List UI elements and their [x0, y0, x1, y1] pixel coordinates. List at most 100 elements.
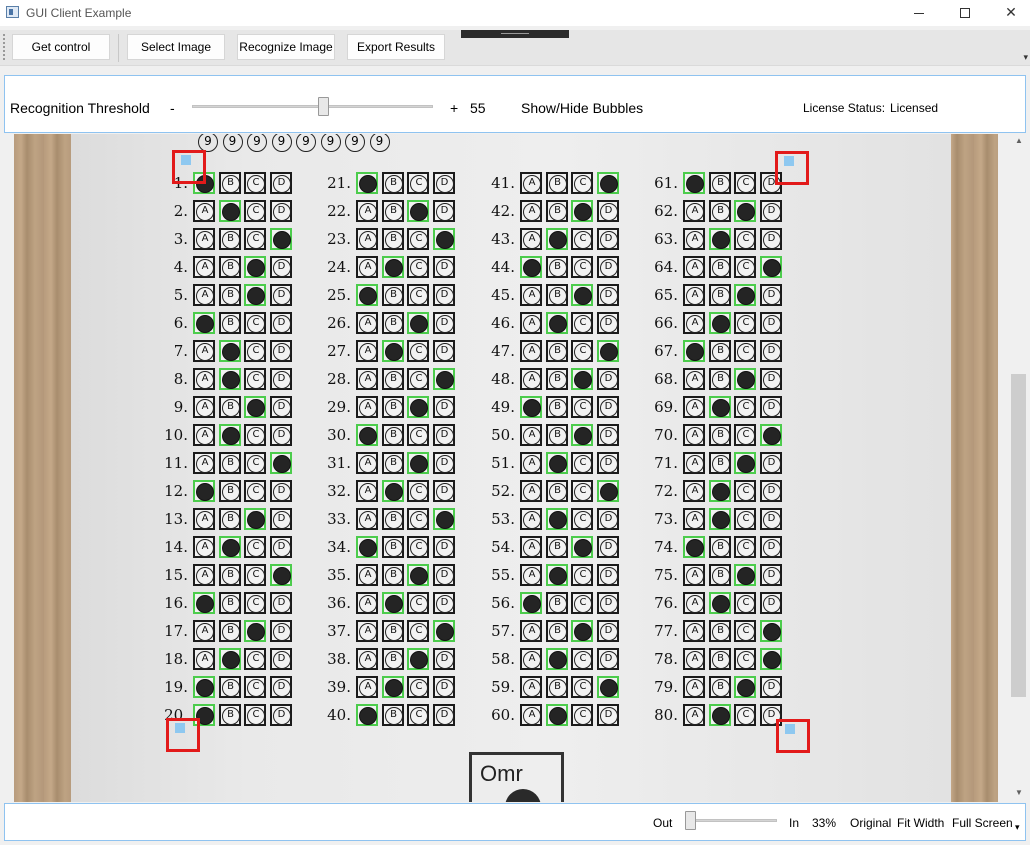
toolbar-overflow-icon[interactable]: ▾	[1023, 52, 1028, 63]
answer-bubble[interactable]	[596, 536, 619, 558]
answer-bubble[interactable]	[708, 368, 731, 390]
scrollbar-thumb[interactable]	[1011, 374, 1026, 697]
answer-bubble-filled[interactable]	[759, 256, 782, 278]
answer-bubble-filled[interactable]	[708, 480, 731, 502]
answer-bubble[interactable]	[545, 480, 568, 502]
answer-bubble[interactable]	[244, 704, 266, 726]
answer-bubble[interactable]	[407, 676, 429, 698]
answer-bubble-filled[interactable]	[244, 256, 266, 278]
answer-bubble[interactable]	[545, 396, 568, 418]
answer-bubble[interactable]	[407, 480, 429, 502]
answer-bubble[interactable]	[596, 704, 619, 726]
answer-bubble[interactable]	[269, 368, 292, 390]
answer-bubble[interactable]	[759, 396, 782, 418]
answer-bubble-filled[interactable]	[596, 676, 619, 698]
answer-bubble[interactable]	[244, 480, 266, 502]
answer-bubble-filled[interactable]	[571, 536, 593, 558]
answer-bubble[interactable]	[571, 676, 593, 698]
answer-bubble-filled[interactable]	[356, 536, 378, 558]
answer-bubble[interactable]	[193, 340, 215, 362]
answer-bubble[interactable]	[759, 676, 782, 698]
answer-bubble-filled[interactable]	[381, 340, 404, 362]
answer-bubble[interactable]	[356, 312, 378, 334]
corner-marker-top-right[interactable]	[775, 151, 809, 185]
answer-bubble[interactable]	[520, 508, 542, 530]
answer-bubble[interactable]	[683, 648, 705, 670]
answer-bubble[interactable]	[571, 256, 593, 278]
answer-bubble[interactable]	[244, 592, 266, 614]
answer-bubble-filled[interactable]	[571, 424, 593, 446]
answer-bubble[interactable]	[381, 424, 404, 446]
answer-bubble-filled[interactable]	[759, 620, 782, 642]
answer-bubble-filled[interactable]	[683, 172, 705, 194]
answer-bubble-filled[interactable]	[193, 592, 215, 614]
answer-bubble[interactable]	[759, 284, 782, 306]
answer-bubble[interactable]	[432, 284, 455, 306]
answer-bubble[interactable]	[596, 200, 619, 222]
answer-bubble[interactable]	[407, 340, 429, 362]
answer-bubble[interactable]	[596, 228, 619, 250]
answer-bubble[interactable]	[356, 256, 378, 278]
answer-bubble[interactable]	[356, 368, 378, 390]
answer-bubble[interactable]	[571, 396, 593, 418]
answer-bubble[interactable]	[432, 396, 455, 418]
answer-bubble[interactable]	[218, 564, 241, 586]
answer-bubble-filled[interactable]	[407, 396, 429, 418]
answer-bubble[interactable]	[407, 424, 429, 446]
answer-bubble[interactable]	[520, 620, 542, 642]
answer-bubble[interactable]	[708, 424, 731, 446]
answer-bubble[interactable]	[596, 592, 619, 614]
answer-bubble[interactable]	[520, 536, 542, 558]
answer-bubble[interactable]	[734, 172, 756, 194]
answer-bubble[interactable]	[683, 704, 705, 726]
answer-bubble-filled[interactable]	[708, 704, 731, 726]
corner-marker-bottom-right[interactable]	[776, 719, 810, 753]
answer-bubble-filled[interactable]	[244, 620, 266, 642]
answer-bubble[interactable]	[407, 172, 429, 194]
answer-bubble[interactable]	[571, 340, 593, 362]
answer-bubble-filled[interactable]	[218, 424, 241, 446]
answer-bubble[interactable]	[545, 676, 568, 698]
answer-bubble-filled[interactable]	[193, 480, 215, 502]
answer-bubble[interactable]	[218, 480, 241, 502]
answer-bubble-filled[interactable]	[571, 200, 593, 222]
answer-bubble[interactable]	[269, 396, 292, 418]
answer-bubble[interactable]	[193, 256, 215, 278]
answer-bubble[interactable]	[683, 396, 705, 418]
answer-bubble[interactable]	[734, 312, 756, 334]
answer-bubble[interactable]	[244, 648, 266, 670]
answer-bubble[interactable]	[269, 648, 292, 670]
answer-bubble[interactable]	[244, 340, 266, 362]
answer-bubble[interactable]	[520, 480, 542, 502]
answer-bubble-filled[interactable]	[734, 676, 756, 698]
answer-bubble[interactable]	[381, 172, 404, 194]
answer-bubble-filled[interactable]	[545, 452, 568, 474]
answer-bubble-filled[interactable]	[432, 508, 455, 530]
answer-bubble[interactable]	[683, 480, 705, 502]
answer-bubble[interactable]	[193, 284, 215, 306]
threshold-slider-thumb[interactable]	[318, 97, 329, 116]
recognize-image-button[interactable]: Recognize Image	[237, 34, 335, 60]
answer-bubble[interactable]	[734, 508, 756, 530]
answer-bubble[interactable]	[683, 312, 705, 334]
zoom-fit-width-button[interactable]: Fit Width	[897, 816, 944, 830]
answer-bubble[interactable]	[269, 312, 292, 334]
answer-bubble-filled[interactable]	[596, 172, 619, 194]
answer-bubble-filled[interactable]	[381, 480, 404, 502]
answer-bubble[interactable]	[683, 452, 705, 474]
answer-bubble[interactable]	[571, 172, 593, 194]
maximize-button[interactable]	[942, 0, 988, 26]
answer-bubble[interactable]	[244, 228, 266, 250]
answer-bubble[interactable]	[571, 508, 593, 530]
answer-bubble-filled[interactable]	[708, 312, 731, 334]
answer-bubble-filled[interactable]	[407, 564, 429, 586]
answer-bubble-filled[interactable]	[244, 396, 266, 418]
answer-bubble-filled[interactable]	[683, 536, 705, 558]
answer-bubble-filled[interactable]	[545, 228, 568, 250]
answer-bubble-filled[interactable]	[734, 200, 756, 222]
answer-bubble[interactable]	[571, 480, 593, 502]
close-button[interactable]: ✕	[988, 0, 1030, 26]
answer-bubble[interactable]	[218, 312, 241, 334]
answer-bubble[interactable]	[269, 704, 292, 726]
zoom-slider[interactable]	[689, 819, 777, 822]
